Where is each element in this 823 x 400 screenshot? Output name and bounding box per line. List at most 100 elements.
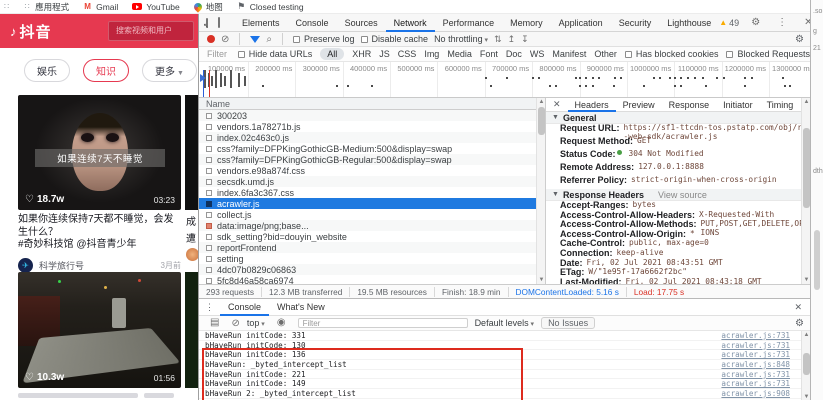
scrollbar-thumb[interactable] (803, 353, 810, 375)
import-har-icon[interactable]: ↥ (508, 34, 516, 45)
console-source-link[interactable]: acrawler.js:908 (721, 389, 790, 398)
console-settings-gear-icon[interactable]: ⚙ (795, 318, 804, 329)
network-filter-input[interactable]: Filter (207, 49, 230, 59)
request-row[interactable]: index.02c463c0.js (199, 132, 545, 143)
devtools-tab-elements[interactable]: Elements (234, 14, 288, 32)
devtools-tab-network[interactable]: Network (386, 14, 435, 32)
request-row[interactable]: sdk_setting?bid=douyin_website (199, 231, 545, 242)
details-tab-preview[interactable]: Preview (616, 98, 662, 112)
filter-type-all[interactable]: All (320, 48, 344, 60)
douyin-logo-text[interactable]: 抖音 (20, 21, 52, 42)
console-source-link[interactable]: acrawler.js:731 (721, 331, 790, 340)
scrollbar-thumb[interactable] (803, 128, 810, 208)
kebab-menu-icon[interactable]: ⋮ (777, 18, 787, 28)
close-details-icon[interactable]: ✕ (546, 99, 568, 110)
hide-data-urls-checkbox[interactable]: Hide data URLs (238, 49, 313, 59)
blocked-requests-checkbox[interactable]: Blocked Requests (726, 49, 810, 59)
filter-type-media[interactable]: Media (447, 49, 472, 59)
devtools-tab-performance[interactable]: Performance (435, 14, 503, 32)
devtools-tab-sources[interactable]: Sources (337, 14, 386, 32)
console-message[interactable]: bHaveRun initCode: 149acrawler.js:731 (199, 379, 810, 389)
device-toolbar-icon[interactable] (218, 17, 220, 28)
filter-type-other[interactable]: Other (594, 49, 617, 59)
request-row[interactable]: vendors.1a78271b.js (199, 121, 545, 132)
devtools-tab-security[interactable]: Security (611, 14, 660, 32)
filter-type-img[interactable]: Img (424, 49, 439, 59)
bookmark-item[interactable]: YouTube (132, 2, 179, 12)
search-icon[interactable]: ⌕ (266, 34, 272, 45)
console-message[interactable]: bHaveRun initCode: 136acrawler.js:731 (199, 350, 810, 360)
devtools-tab-lighthouse[interactable]: Lighthouse (659, 14, 719, 32)
request-row[interactable]: css?family=DFPKingGothicGB-Regular:500&d… (199, 154, 545, 165)
details-tab-headers[interactable]: Headers (568, 98, 616, 112)
console-message[interactable]: bHaveRun: _byted_intercept_listacrawler.… (199, 360, 810, 370)
console-message[interactable]: bHaveRun 2: _byted_intercept_listacrawle… (199, 389, 810, 399)
context-dropdown[interactable]: top (247, 318, 265, 328)
bookmark-item[interactable]: ⚑Closed testing (237, 2, 304, 12)
console-source-link[interactable]: acrawler.js:731 (721, 379, 790, 388)
filter-type-js[interactable]: JS (379, 49, 390, 59)
request-row[interactable]: 5fc8d46a58ca6974 (199, 275, 545, 284)
throttling-dropdown[interactable]: No throttling (434, 34, 488, 44)
details-scrollbar[interactable]: ▲ ▼ (801, 98, 810, 284)
issues-warning-badge[interactable]: ▲49 (719, 18, 739, 28)
console-filter-input[interactable]: Filter (298, 318, 468, 328)
request-row[interactable]: css?family=DFPKingGothicGB-Medium:500&di… (199, 143, 545, 154)
douyin-search-input[interactable]: 搜索视频和用户 (108, 21, 194, 41)
filter-type-doc[interactable]: Doc (506, 49, 522, 59)
log-levels-dropdown[interactable]: Default levels (475, 318, 535, 328)
douyin-tab-娱乐[interactable]: 娱乐 (24, 59, 70, 82)
request-row[interactable]: 4dc07b0829c06863 (199, 264, 545, 275)
console-message[interactable]: bHaveRun initCode: 221acrawler.js:731 (199, 370, 810, 380)
filter-funnel-icon[interactable] (250, 36, 260, 43)
no-issues-button[interactable]: No Issues (541, 317, 595, 329)
bookmark-item[interactable]: ∷應用程式 (22, 1, 69, 13)
export-har-icon[interactable]: ↧ (521, 34, 529, 45)
network-settings-gear-icon[interactable]: ⚙ (795, 34, 804, 45)
console-sidebar-icon[interactable]: ▤ (210, 318, 219, 328)
requests-scrollbar[interactable]: ▲ ▼ (536, 98, 545, 284)
console-source-link[interactable]: acrawler.js:848 (721, 360, 790, 369)
request-row[interactable]: reportFrontend (199, 242, 545, 253)
live-expression-eye-icon[interactable]: ◉ (277, 318, 286, 328)
requests-table-header[interactable]: Name (199, 98, 545, 110)
request-row[interactable]: index.6fa3c367.css (199, 187, 545, 198)
filter-type-manifest[interactable]: Manifest (552, 49, 586, 59)
drawer-menu-icon[interactable]: ⋮ (199, 302, 220, 313)
details-tab-initiator[interactable]: Initiator (716, 98, 760, 112)
view-source-link[interactable]: View source (658, 190, 707, 200)
douyin-tab-知识[interactable]: 知识 (83, 59, 129, 82)
clear-icon[interactable]: ⊘ (221, 34, 229, 45)
preserve-log-checkbox[interactable]: Preserve log (293, 34, 355, 44)
console-message[interactable]: bHaveRun initCode: 130acrawler.js:731 (199, 341, 810, 351)
avatar[interactable]: ✈ (18, 258, 33, 273)
console-source-link[interactable]: acrawler.js:731 (721, 341, 790, 350)
request-row[interactable]: secsdk.umd.js (199, 176, 545, 187)
console-tab-console[interactable]: Console (220, 299, 269, 316)
request-row[interactable]: acrawler.js (199, 198, 545, 209)
console-source-link[interactable]: acrawler.js:731 (721, 350, 790, 359)
scroll-down-icon[interactable]: ▼ (537, 276, 546, 284)
devtools-tab-console[interactable]: Console (288, 14, 337, 32)
scroll-up-icon[interactable]: ▲ (537, 98, 546, 106)
devtools-tab-application[interactable]: Application (551, 14, 611, 32)
disable-cache-checkbox[interactable]: Disable cache (361, 34, 429, 44)
filter-type-xhr[interactable]: XHR (352, 49, 371, 59)
request-row[interactable]: data:image/png;base... (199, 220, 545, 231)
bookmark-item[interactable]: 地图 (194, 1, 223, 13)
author-name[interactable]: 科学旅行号 (39, 259, 84, 272)
console-scrollbar[interactable]: ▲ ▼ (801, 331, 810, 400)
settings-gear-icon[interactable]: ⚙ (751, 18, 760, 28)
filter-type-css[interactable]: CSS (398, 49, 417, 59)
video-thumbnail-1[interactable]: 如果连续7天不睡觉 ♡18.7w 03:23 (18, 95, 181, 210)
inspect-element-icon[interactable] (206, 18, 208, 28)
details-tab-timing[interactable]: Timing (760, 98, 801, 112)
bookmark-item[interactable]: MGmail (83, 2, 118, 12)
devtools-tab-memory[interactable]: Memory (502, 14, 551, 32)
console-tab-what-s-new[interactable]: What's New (269, 299, 333, 316)
request-row[interactable]: vendors.e98a874f.css (199, 165, 545, 176)
console-source-link[interactable]: acrawler.js:731 (721, 370, 790, 379)
details-tab-response[interactable]: Response (662, 98, 717, 112)
network-conditions-icon[interactable]: ⇅ (494, 34, 502, 45)
request-row[interactable]: collect.js (199, 209, 545, 220)
